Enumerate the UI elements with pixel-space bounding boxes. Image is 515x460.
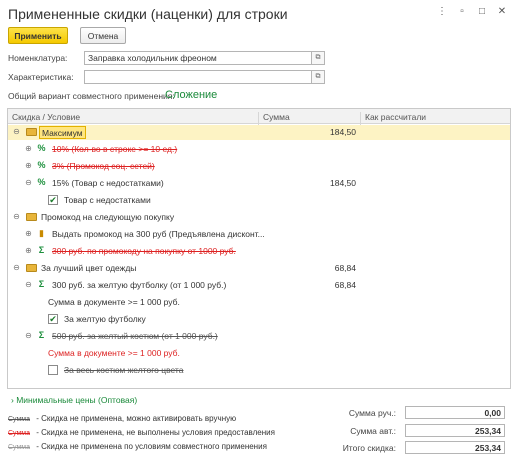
table-row[interactable]: ⊖ Σ 300 руб. за желтую футболку (от 1 00… [8,278,510,293]
table-row[interactable]: Сумма в документе >= 1 000 руб. [8,346,510,361]
expand-icon[interactable]: ⊕ [24,161,33,170]
window-title: Примененные скидки (наценки) для строки [8,6,288,22]
table-row[interactable]: Сумма в документе >= 1 000 руб. [8,295,510,310]
row-label: 3% (Промокод соц. сетей) [52,161,155,171]
col-calculation[interactable]: Как рассчитали [365,112,426,122]
collapse-icon[interactable]: ⊖ [12,263,21,272]
col-amount[interactable]: Сумма [263,112,290,122]
row-label: Сумма в документе >= 1 000 руб. [48,348,180,358]
row-amount: 184,50 [330,178,356,188]
open-nomenclature-icon[interactable]: ⧉ [312,51,325,65]
legend-text: - Скидка не применена по условиям совмес… [36,442,267,451]
table-row[interactable]: ⊕ Σ 300 руб. по промокоду на покупку от … [8,244,510,259]
cancel-button[interactable]: Отмена [80,27,126,44]
percent-icon: % [37,177,46,187]
legend-item-combination: Сумма - Скидка не применена по условиям … [8,442,267,451]
table-row[interactable]: ⊕ % 10% (Кол-во в строке >= 10 ед.) [8,142,510,157]
row-amount: 68,84 [334,263,356,273]
coupon-icon: ▮ [39,228,44,238]
row-amount: 68,84 [334,280,356,290]
legend-item-conditions: Сумма - Скидка не применена, не выполнен… [8,428,275,437]
percent-icon: % [37,160,46,170]
table-row[interactable]: ✔ За желтую футболку [8,312,510,327]
table-row[interactable]: ⊖ Σ 500 руб. за желтый костюм (от 1 000 … [8,329,510,344]
table-row[interactable]: ⊕ % 3% (Промокод соц. сетей) [8,159,510,174]
legend-text: - Скидка не применена, не выполнены усло… [36,428,275,437]
row-label: 15% (Товар с недостатками) [52,178,164,188]
folder-icon [26,128,37,136]
collapse-icon[interactable]: ⊖ [24,280,33,289]
total-discount-field: 253,34 [405,441,505,454]
grid-header: Скидка / Условие Сумма Как рассчитали [8,109,510,127]
total-discount-label: Итого скидка: [342,443,396,453]
row-label: Промокод на следующую покупку [41,212,175,222]
characteristic-label: Характеристика: [8,72,74,82]
row-label: 300 руб. по промокоду на покупку от 1000… [52,246,236,256]
restore-icon[interactable]: ▫ [457,6,467,17]
manual-sum-label: Сумма руч.: [348,408,396,418]
min-prices-label: Минимальные цены (Оптовая) [16,395,138,405]
row-label: Сумма в документе >= 1 000 руб. [48,297,180,307]
mode-value: Сложение [165,89,218,101]
row-label: За весь костюм желтого цвета [64,365,184,375]
expand-icon[interactable]: ⊕ [24,229,33,238]
table-row[interactable]: ⊖ Максимум 184,50 [8,125,510,140]
auto-sum-field: 253,34 [405,424,505,437]
table-row[interactable]: ⊖ Промокод на следующую покупку [8,210,510,225]
row-label: Максимум [39,126,86,139]
collapse-icon[interactable]: ⊖ [24,178,33,187]
collapse-icon[interactable]: ⊖ [24,331,33,340]
characteristic-field[interactable] [84,70,312,84]
table-row[interactable]: ✔ Товар с недостатками [8,193,510,208]
condition-checkbox[interactable] [48,365,58,375]
row-label: За желтую футболку [64,314,146,324]
folder-star-icon [26,213,37,221]
min-prices-link[interactable]: › Минимальные цены (Оптовая) [11,395,137,405]
folder-icon [26,264,37,272]
more-menu-icon[interactable]: ⋮ [437,6,447,17]
legend-sample: Сумма [8,444,30,451]
row-label: 300 руб. за желтую футболку (от 1 000 ру… [52,280,227,290]
table-row[interactable]: ⊖ За лучший цвет одежды 68,84 [8,261,510,276]
manual-sum-field[interactable]: 0,00 [405,406,505,419]
close-icon[interactable]: ✕ [497,6,507,17]
table-row[interactable]: За весь костюм желтого цвета [8,363,510,378]
open-characteristic-icon[interactable]: ⧉ [312,70,325,84]
condition-checkbox[interactable]: ✔ [48,195,58,205]
row-label: 500 руб. за желтый костюм (от 1 000 руб.… [52,331,218,341]
nomenclature-label: Номенклатура: [8,53,68,63]
chevron-right-icon: › [11,395,14,405]
row-amount: 184,50 [330,127,356,137]
maximize-icon[interactable]: □ [477,6,487,17]
condition-checkbox[interactable]: ✔ [48,314,58,324]
row-label: За лучший цвет одежды [41,263,137,273]
col-discount-condition[interactable]: Скидка / Условие [12,112,80,122]
collapse-icon[interactable]: ⊖ [12,127,21,136]
table-row[interactable]: ⊕ ▮ Выдать промокод на 300 руб (Предъявл… [8,227,510,242]
nomenclature-field[interactable]: Заправка холодильник фреоном [84,51,312,65]
discount-grid: Скидка / Условие Сумма Как рассчитали ⊖ … [7,108,511,389]
legend-sample: Сумма [8,430,30,437]
sum-icon: Σ [38,330,45,340]
legend-item-manual: Сумма - Скидка не применена, можно актив… [8,414,236,423]
percent-icon: % [37,143,46,153]
table-row[interactable]: ⊖ % 15% (Товар с недостатками) 184,50 [8,176,510,191]
row-label: Выдать промокод на 300 руб (Предъявлена … [52,229,265,239]
auto-sum-label: Сумма авт.: [350,426,396,436]
expand-icon[interactable]: ⊕ [24,246,33,255]
legend-sample: Сумма [8,416,30,423]
row-label: Товар с недостатками [64,195,151,205]
apply-button[interactable]: Применить [8,27,68,44]
mode-label: Общий вариант совместного применения: [8,91,175,101]
collapse-icon[interactable]: ⊖ [12,212,21,221]
window-controls: ⋮ ▫ □ ✕ [437,6,507,17]
expand-icon[interactable]: ⊕ [24,144,33,153]
legend-text: - Скидка не применена, можно активироват… [36,414,237,423]
sum-icon: Σ [38,279,45,289]
row-label: 10% (Кол-во в строке >= 10 ед.) [52,144,178,154]
sum-icon: Σ [38,245,45,255]
